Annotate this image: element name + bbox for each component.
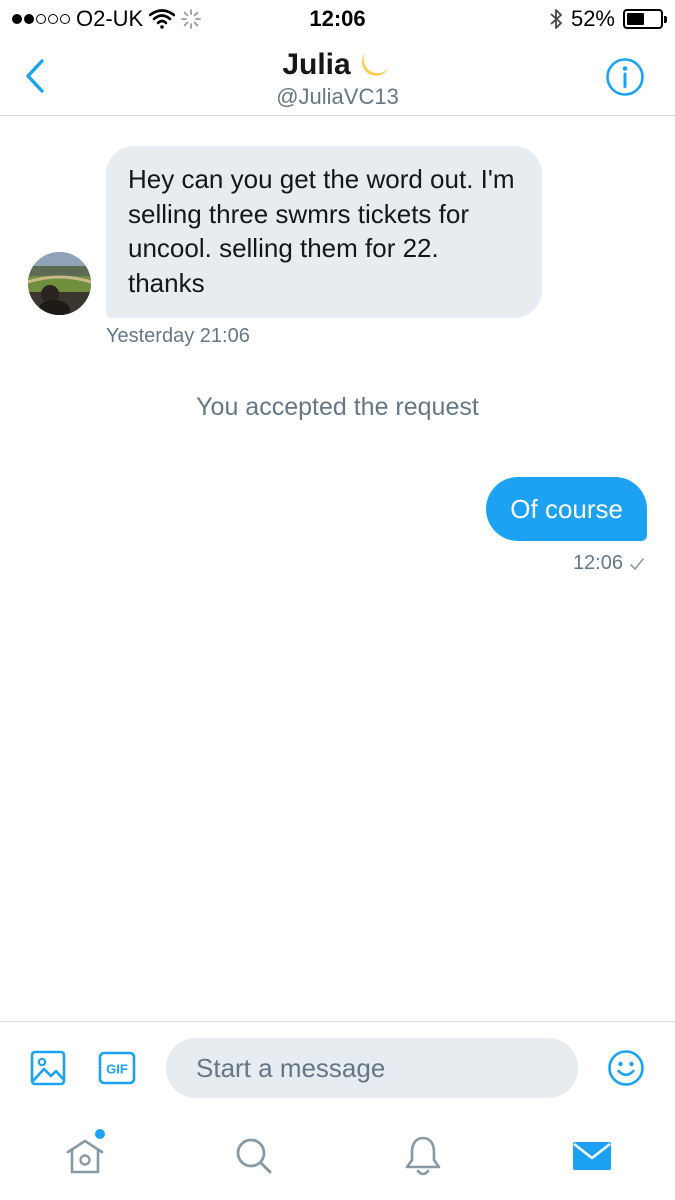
avatar[interactable]: [28, 252, 91, 315]
message-input[interactable]: [166, 1038, 578, 1098]
avatar-image: [28, 252, 91, 315]
moon-emoji-icon: [361, 52, 389, 76]
bluetooth-icon: [550, 9, 562, 29]
incoming-message-bubble[interactable]: Hey can you get the word out. I'm sellin…: [106, 146, 542, 318]
tab-search[interactable]: [232, 1134, 276, 1178]
system-message: You accepted the request: [196, 393, 479, 421]
tab-notifications[interactable]: [401, 1134, 445, 1178]
gif-label: GIF: [106, 1062, 128, 1077]
status-bar: O2-UK 12:06 52%: [0, 0, 675, 40]
tab-home[interactable]: [63, 1129, 107, 1178]
battery-percent: 52%: [570, 6, 615, 31]
info-icon: [606, 58, 644, 96]
tab-bar: [0, 1116, 675, 1200]
emoji-button[interactable]: [607, 1049, 645, 1087]
add-photo-button[interactable]: [30, 1050, 66, 1086]
checkmark-icon: [630, 557, 644, 570]
smiley-icon: [608, 1050, 644, 1086]
contact-handle: @JuliaVC13: [276, 84, 399, 109]
outgoing-timestamp: 12:06: [572, 552, 623, 574]
messages-icon: [573, 1142, 611, 1170]
gif-icon: GIF: [98, 1051, 136, 1085]
contact-name-row: Julia: [282, 48, 392, 82]
notifications-icon: [405, 1136, 441, 1176]
battery-icon: [623, 9, 667, 29]
search-icon: [236, 1138, 272, 1174]
incoming-timestamp: Yesterday 21:06: [106, 325, 250, 347]
conversation-header: Julia @JuliaVC13: [0, 40, 675, 116]
info-button[interactable]: [605, 57, 645, 97]
image-icon: [30, 1050, 66, 1086]
add-gif-button[interactable]: GIF: [98, 1050, 136, 1086]
status-right: 52%: [549, 6, 667, 32]
notification-dot: [95, 1129, 105, 1139]
contact-name: Julia: [282, 48, 351, 81]
home-icon: [66, 1139, 104, 1174]
conversation-title[interactable]: Julia @JuliaVC13: [0, 48, 675, 110]
tab-messages[interactable]: [570, 1134, 614, 1178]
outgoing-meta: 12:06: [573, 552, 645, 575]
message-composer: GIF: [0, 1021, 675, 1115]
outgoing-message-bubble[interactable]: Of course: [486, 477, 647, 541]
